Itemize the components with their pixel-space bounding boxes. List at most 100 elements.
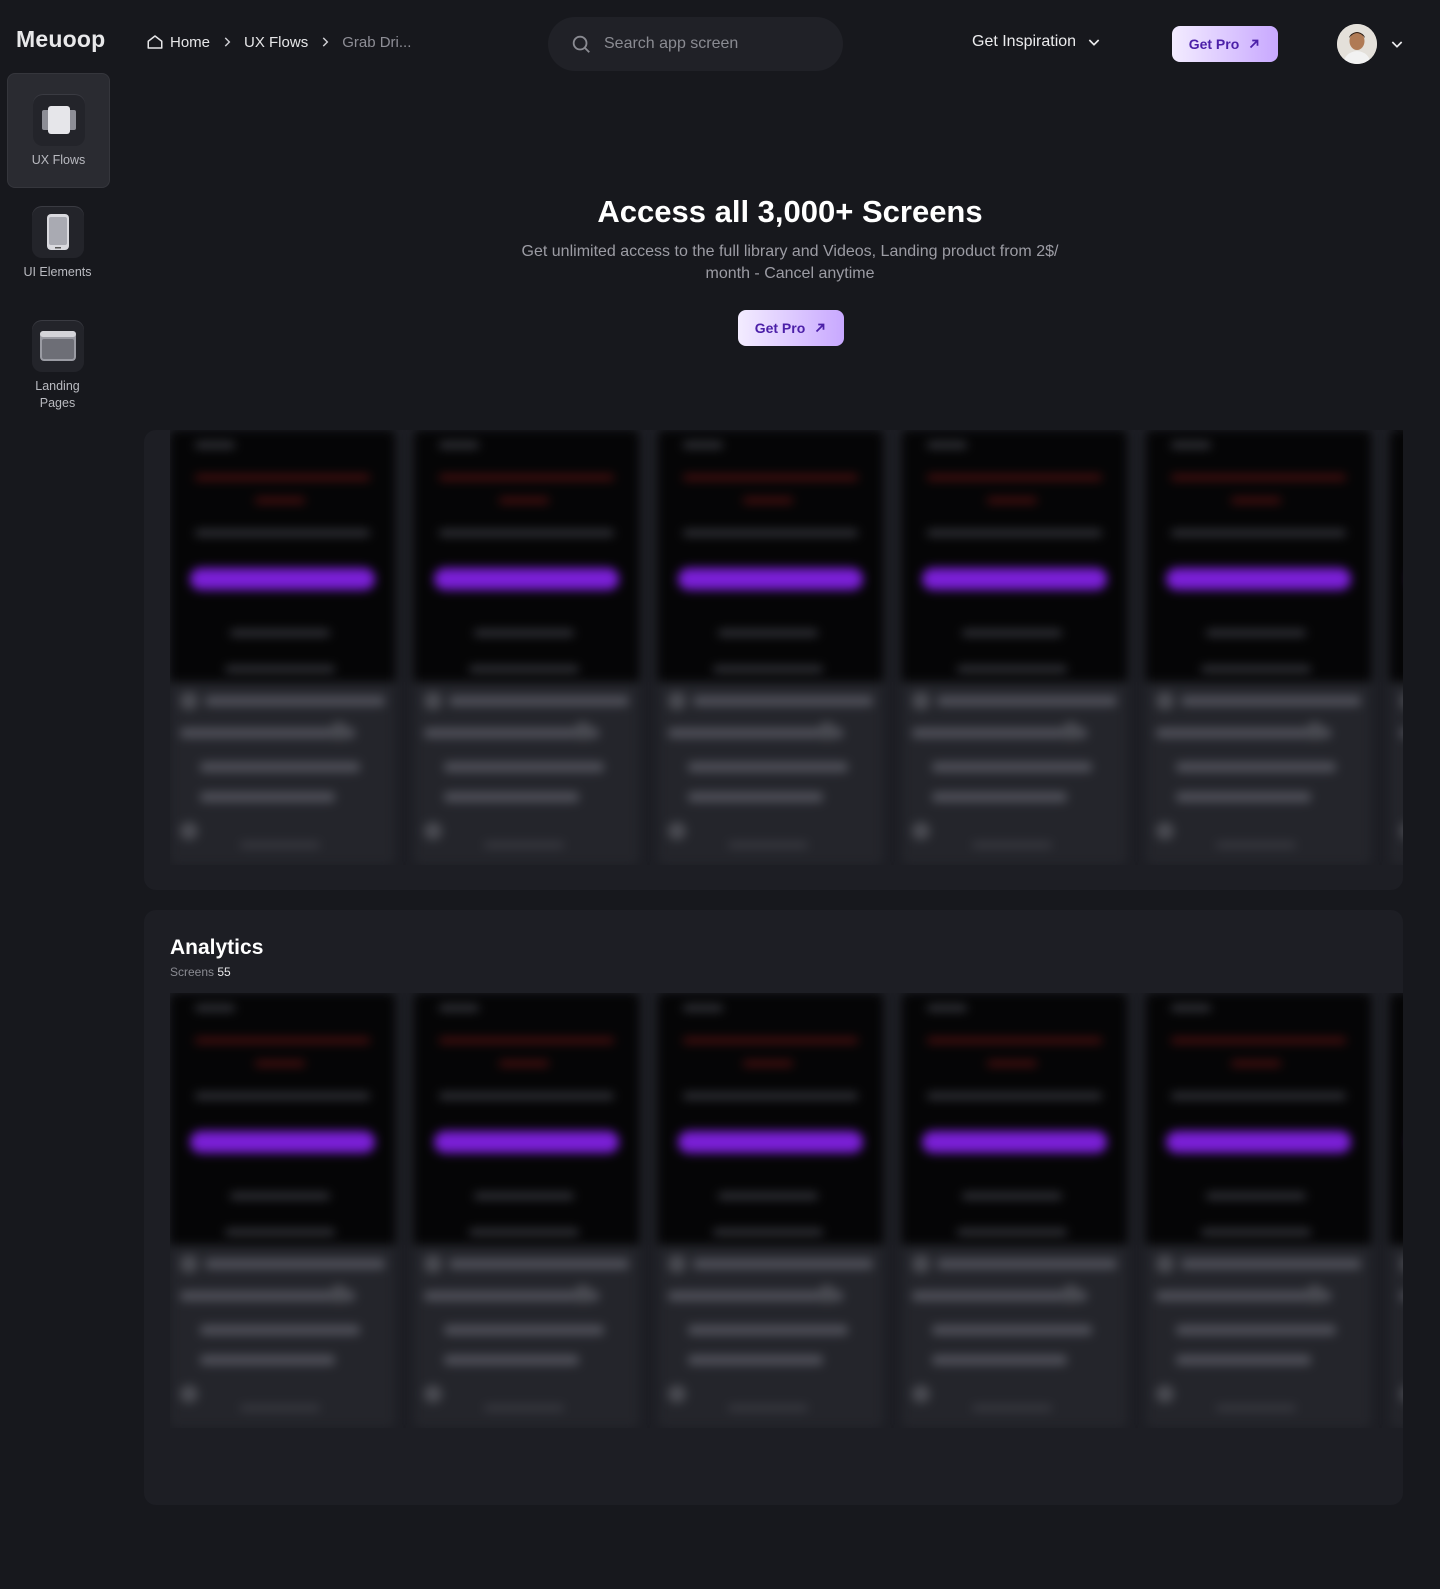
blurred-screen-thumbnail[interactable] (1390, 430, 1403, 865)
hero-subtitle: Get unlimited access to the full library… (521, 243, 1059, 282)
thumbnail-shape (818, 1285, 836, 1303)
blurred-screen-thumbnail[interactable] (414, 993, 639, 1428)
thumbnail-shape (1166, 568, 1351, 590)
thumbnail-shape (1171, 442, 1211, 448)
thumbnail-shape (195, 1093, 370, 1099)
thumbnail-shape (1231, 1061, 1281, 1066)
thumbnail-shape (469, 1229, 579, 1235)
chevron-right-icon (224, 37, 231, 47)
blurred-screen-thumbnail[interactable] (658, 430, 883, 865)
thumbnail-shape (424, 1291, 599, 1301)
thumbnail-shape (1146, 682, 1371, 865)
breadcrumb-ux-flows[interactable]: UX Flows (244, 34, 308, 51)
thumbnail-shape (170, 682, 395, 865)
thumbnail-shape (424, 822, 442, 840)
blurred-screen-thumbnail[interactable] (902, 993, 1127, 1428)
browser-icon (31, 320, 84, 372)
thumbnail-shape (728, 1405, 808, 1411)
thumbnail-shape (1181, 1259, 1361, 1269)
get-inspiration-dropdown[interactable]: Get Inspiration (972, 33, 1102, 51)
thumbnail-shape (1156, 822, 1174, 840)
thumbnail-shape (1171, 475, 1346, 480)
locked-section-panel (144, 430, 1403, 890)
thumbnail-shape (195, 442, 235, 448)
header-get-pro-button[interactable]: Get Pro (1172, 26, 1278, 62)
thumbnail-shape (683, 530, 858, 536)
thumbnail-shape (902, 682, 1127, 865)
thumbnail-shape (688, 1355, 823, 1365)
thumbnail-shape (962, 630, 1062, 636)
blurred-screen-thumbnail[interactable] (1146, 430, 1371, 865)
breadcrumb-home[interactable]: Home (146, 33, 210, 51)
thumbnail-shape (240, 842, 320, 848)
thumbnail-shape (1062, 722, 1080, 740)
thumbnail-shape (1231, 498, 1281, 503)
thumbnail-shape (668, 1291, 843, 1301)
thumbnail-shape (205, 1259, 385, 1269)
avatar[interactable] (1337, 24, 1377, 64)
thumbnail-shape (1400, 728, 1403, 738)
thumbnail-shape (1156, 692, 1174, 710)
thumbnail-shape (1201, 666, 1311, 672)
thumbnail-shape (1306, 1285, 1324, 1303)
thumbnail-shape (225, 1229, 335, 1235)
sidebar-item-landing-pages[interactable]: Landing Pages (7, 320, 108, 415)
thumbnail-shape (1181, 696, 1361, 706)
thumbnail-shape (180, 728, 355, 738)
thumbnail-shape (195, 1005, 235, 1011)
blurred-screen-thumbnail[interactable] (902, 430, 1127, 865)
search-bar[interactable] (548, 17, 843, 71)
blurred-screen-thumbnail[interactable] (658, 993, 883, 1428)
thumbnail-shape (1176, 792, 1311, 802)
thumbnail-shape (728, 842, 808, 848)
thumbnail-shape (484, 842, 564, 848)
thumbnail-shape (499, 1061, 549, 1066)
thumbnail-shape (574, 1285, 592, 1303)
thumbnail-shape (444, 1325, 604, 1335)
thumbnail-shape (1400, 1291, 1403, 1301)
chevron-down-icon[interactable] (1389, 36, 1405, 52)
thumbnail-shape (1176, 1355, 1311, 1365)
thumbnail-shape (1201, 1229, 1311, 1235)
thumbnail-shape (912, 1291, 1087, 1301)
thumbnail-shape (414, 1245, 639, 1428)
thumbnail-shape (912, 1385, 930, 1403)
search-input[interactable] (602, 34, 826, 54)
blurred-screen-thumbnail[interactable] (414, 430, 639, 865)
thumbnail-shape (1206, 630, 1306, 636)
thumbnail-shape (912, 1255, 930, 1273)
get-pro-label: Get Pro (1188, 36, 1240, 52)
thumbnail-shape (255, 498, 305, 503)
thumbnail-shape (1171, 530, 1346, 536)
blurred-screen-thumbnail[interactable] (1146, 993, 1371, 1428)
thumbnail-shape (200, 762, 360, 772)
thumbnail-shape (1390, 682, 1403, 865)
thumbnail-shape (1171, 1038, 1346, 1043)
thumbnail-shape (902, 993, 1127, 1245)
thumbnail-shape (743, 498, 793, 503)
app-logo[interactable]: Meuoop (16, 26, 105, 53)
sidebar-item-ux-flows[interactable]: UX Flows (7, 73, 110, 188)
thumbnail-shape (1156, 1255, 1174, 1273)
blurred-screen-thumbnail[interactable] (170, 993, 395, 1428)
hero-get-pro-button[interactable]: Get Pro (738, 310, 844, 346)
blurred-screen-thumbnail[interactable] (1390, 993, 1403, 1428)
thumbnail-shape (957, 1229, 1067, 1235)
section-screen-count: Screens 55 (170, 965, 231, 979)
thumbnail-shape (1146, 993, 1371, 1245)
thumbnail-shape (658, 1245, 883, 1428)
section-title[interactable]: Analytics (170, 936, 263, 960)
thumbnail-shape (414, 682, 639, 865)
arrow-up-right-icon (1250, 39, 1259, 49)
thumbnail-shape (195, 475, 370, 480)
thumbnail-shape (439, 475, 614, 480)
thumbnail-shape (255, 1061, 305, 1066)
thumbnail-shape (424, 1255, 442, 1273)
blurred-screen-thumbnail[interactable] (170, 430, 395, 865)
thumbnail-shape (972, 1405, 1052, 1411)
thumbnail-shape (932, 1355, 1067, 1365)
thumbnail-shape (444, 762, 604, 772)
thumbnail-shape (434, 1131, 619, 1153)
thumbnail-shape (1146, 1245, 1371, 1428)
chevron-down-icon (1088, 39, 1100, 46)
